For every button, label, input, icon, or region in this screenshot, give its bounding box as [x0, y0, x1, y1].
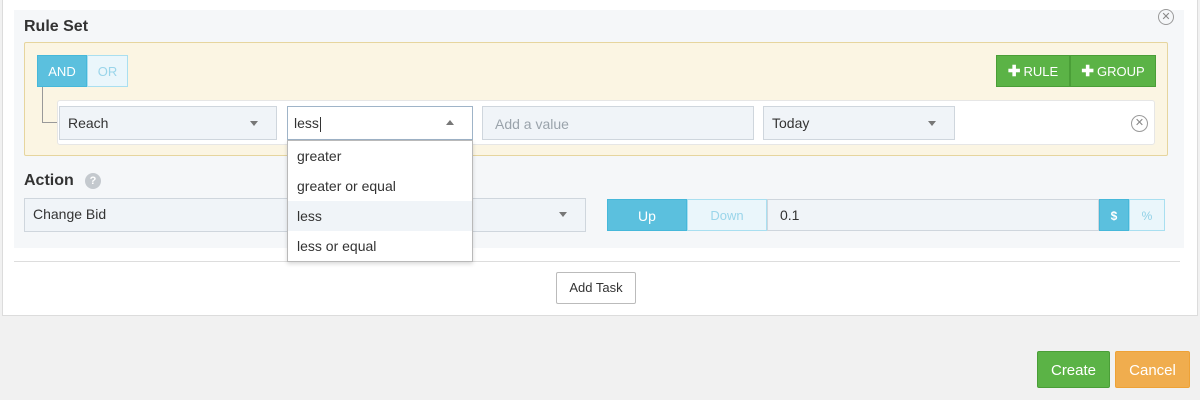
help-icon[interactable]: ? — [85, 173, 101, 189]
rule-period-select[interactable]: Today — [763, 106, 955, 140]
close-task-icon[interactable]: ✕ — [1158, 9, 1174, 25]
operator-option-less[interactable]: less — [288, 201, 472, 231]
action-type-value: Change Bid — [33, 206, 107, 222]
ruleset-title: Rule Set — [24, 18, 89, 35]
and-button[interactable]: AND — [37, 55, 87, 87]
chevron-down-icon — [559, 212, 567, 217]
operator-option-less-or-equal[interactable]: less or equal — [288, 231, 472, 261]
chevron-up-icon — [446, 120, 454, 125]
add-group-button[interactable]: ✚ GROUP — [1070, 55, 1156, 87]
rule-period-value: Today — [772, 115, 810, 131]
operator-option-greater[interactable]: greater — [288, 141, 472, 171]
operator-dropdown-menu: greater greater or equal less less or eq… — [287, 140, 473, 262]
plus-icon: ✚ — [1081, 63, 1094, 80]
rule-field-select[interactable]: Reach — [59, 106, 277, 140]
rule-field-value: Reach — [68, 115, 109, 131]
down-button[interactable]: Down — [687, 199, 767, 231]
or-button[interactable]: OR — [87, 55, 128, 87]
percent-button[interactable]: % — [1129, 199, 1165, 231]
bid-amount-input[interactable]: 0.1 — [767, 199, 1099, 231]
rule-operator-select[interactable]: less — [287, 106, 473, 140]
divider — [14, 261, 1180, 262]
add-rule-label: RULE — [1023, 64, 1059, 79]
add-task-button[interactable]: Add Task — [556, 272, 636, 304]
rule-operator-input[interactable]: less — [294, 115, 319, 131]
chevron-down-icon — [250, 121, 258, 126]
add-rule-button[interactable]: ✚ RULE — [996, 55, 1070, 87]
plus-icon: ✚ — [1007, 63, 1021, 80]
dollar-button[interactable]: $ — [1099, 199, 1129, 231]
up-button[interactable]: Up — [607, 199, 687, 231]
operator-option-greater-or-equal[interactable]: greater or equal — [288, 171, 472, 201]
remove-rule-icon[interactable]: ✕ — [1131, 115, 1148, 132]
rule-value-input[interactable]: Add a value — [482, 106, 754, 140]
add-group-label: GROUP — [1096, 64, 1145, 79]
chevron-down-icon — [928, 121, 936, 126]
create-button[interactable]: Create — [1037, 351, 1110, 388]
cancel-button[interactable]: Cancel — [1115, 351, 1190, 388]
action-title: Action — [24, 172, 74, 189]
